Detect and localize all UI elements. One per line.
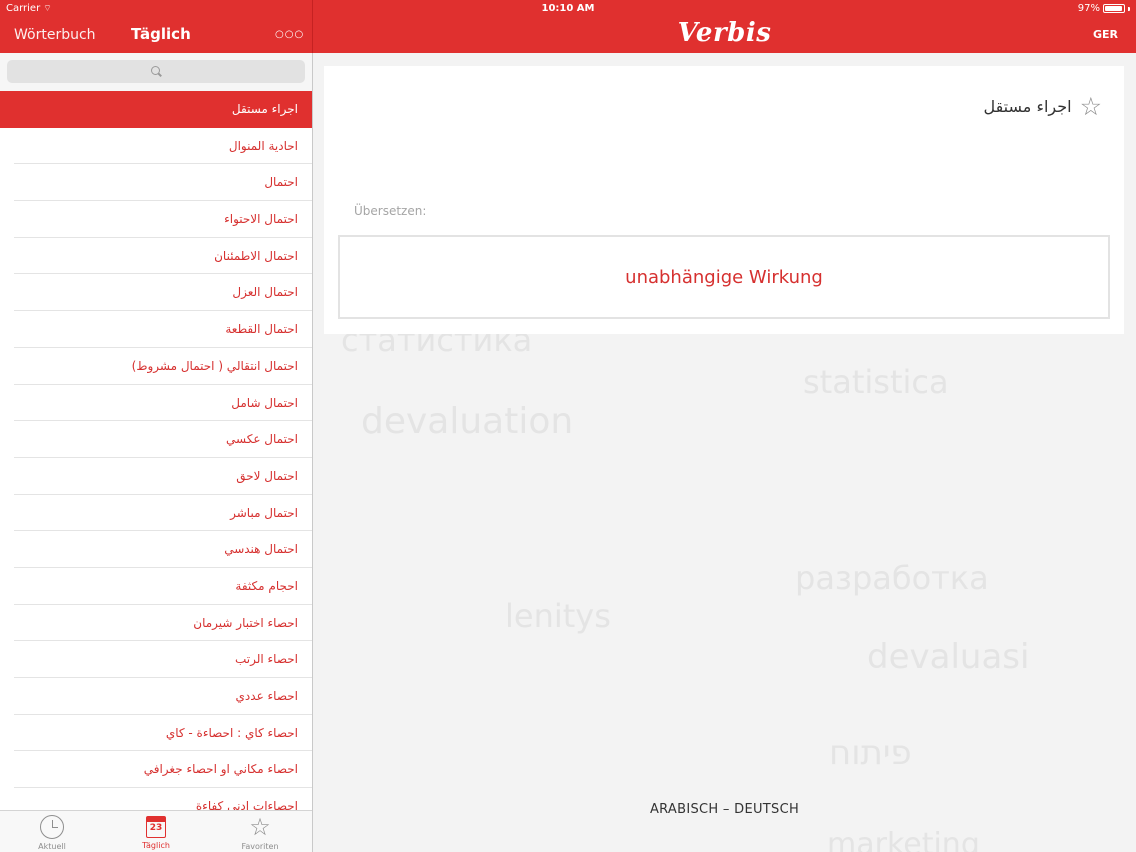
list-item[interactable]: احصاءات ادنى كفاءة bbox=[0, 788, 312, 810]
list-item[interactable]: احتمال هندسي bbox=[0, 531, 312, 568]
list-item[interactable]: احتمال لاحق bbox=[0, 458, 312, 495]
tab-aktuell[interactable]: Aktuell bbox=[0, 811, 104, 852]
sidebar-title: Täglich bbox=[131, 25, 191, 43]
translation-box: unabhängige Wirkung bbox=[338, 235, 1110, 319]
status-time: 10:10 AM bbox=[541, 3, 595, 14]
list-item[interactable]: اجراء مستقل bbox=[0, 91, 312, 128]
search-icon bbox=[150, 66, 162, 77]
language-pair-label: ARABISCH – DEUTSCH bbox=[649, 802, 800, 817]
entry-word: اجراء مستقل bbox=[983, 97, 1072, 116]
calendar-day: 23 bbox=[149, 823, 163, 833]
search-bar bbox=[0, 53, 312, 91]
dictionary-back-button[interactable]: Wörterbuch bbox=[14, 27, 96, 43]
entry-card: اجراء مستقل ☆ Übersetzen: unabhängige Wi… bbox=[324, 66, 1124, 334]
list-item[interactable]: احصاء كاي : احصاءة - كاي bbox=[0, 715, 312, 752]
main-navbar: Verbis GER bbox=[313, 18, 1136, 53]
status-bar: Carrier ⌔ 10:10 AM 97% bbox=[0, 0, 1136, 18]
list-item[interactable]: احادية المنوال bbox=[0, 128, 312, 165]
search-input[interactable] bbox=[7, 60, 305, 83]
background-word: פיתוח bbox=[829, 733, 912, 773]
top-bar: Carrier ⌔ 10:10 AM 97% Wörterbuch Täglich… bbox=[0, 0, 1136, 53]
sidebar: اجراء مستقل احادية المنوال احتمال احتمال ال… bbox=[0, 53, 312, 810]
list-item[interactable]: احتمال bbox=[0, 164, 312, 201]
entry-header: اجراء مستقل ☆ bbox=[983, 94, 1102, 119]
translate-label: Übersetzen: bbox=[354, 204, 427, 218]
list-item[interactable]: احصاء الرتب bbox=[0, 641, 312, 678]
sidebar-navbar: Wörterbuch Täglich ○○○ bbox=[0, 18, 312, 53]
battery-icon bbox=[1103, 4, 1125, 13]
list-item[interactable]: احتمال الاطمئنان bbox=[0, 238, 312, 275]
list-item[interactable]: احصاء عددي bbox=[0, 678, 312, 715]
translation-text: unabhängige Wirkung bbox=[625, 266, 823, 288]
battery: 97% bbox=[1078, 3, 1130, 14]
tab-taeglich[interactable]: 23 Täglich bbox=[104, 811, 208, 852]
battery-tip bbox=[1128, 6, 1130, 11]
list-item[interactable]: احجام مكثفة bbox=[0, 568, 312, 605]
word-list: اجراء مستقل احادية المنوال احتمال احتمال ال… bbox=[0, 91, 312, 810]
list-item[interactable]: احتمال العزل bbox=[0, 274, 312, 311]
tab-label: Favoriten bbox=[241, 842, 279, 851]
list-item[interactable]: احتمال شامل bbox=[0, 385, 312, 422]
background-word: statistica bbox=[803, 363, 949, 401]
battery-percent: 97% bbox=[1077, 3, 1100, 14]
background-word: devaluation bbox=[361, 401, 574, 442]
background-word: marketing bbox=[827, 827, 980, 852]
more-options-icon[interactable]: ○○○ bbox=[275, 29, 304, 40]
list-item[interactable]: احتمال القطعة bbox=[0, 311, 312, 348]
detail-pane: статистика statistica devaluation разраб… bbox=[313, 53, 1136, 852]
list-item[interactable]: احتمال مباشر bbox=[0, 495, 312, 532]
verbis-logo: Verbis bbox=[677, 18, 772, 48]
navbar-divider bbox=[312, 0, 313, 53]
list-item[interactable]: احصاء اختبار شيرمان bbox=[0, 605, 312, 642]
favorite-star-icon[interactable]: ☆ bbox=[1080, 94, 1102, 119]
list-item[interactable]: احتمال الاحتواء bbox=[0, 201, 312, 238]
tab-label: Täglich bbox=[142, 841, 170, 850]
tab-bar: Aktuell 23 Täglich ☆ Favoriten bbox=[0, 810, 312, 852]
list-item[interactable]: احتمال عكسي bbox=[0, 421, 312, 458]
list-item[interactable]: احتمال انتقالي ( احتمال مشروط) bbox=[0, 348, 312, 385]
background-word: lenitys bbox=[505, 597, 611, 635]
calendar-icon: 23 bbox=[146, 816, 166, 838]
star-icon: ☆ bbox=[249, 813, 271, 841]
background-word: разработка bbox=[795, 559, 989, 597]
battery-fill bbox=[1105, 6, 1123, 11]
clock-icon bbox=[40, 815, 64, 839]
list-item[interactable]: احصاء مكاني او احصاء جغرافي bbox=[0, 751, 312, 788]
tab-label: Aktuell bbox=[38, 842, 66, 851]
language-button[interactable]: GER bbox=[1093, 28, 1118, 41]
background-word: devaluasi bbox=[867, 637, 1030, 677]
tab-favoriten[interactable]: ☆ Favoriten bbox=[208, 811, 312, 852]
